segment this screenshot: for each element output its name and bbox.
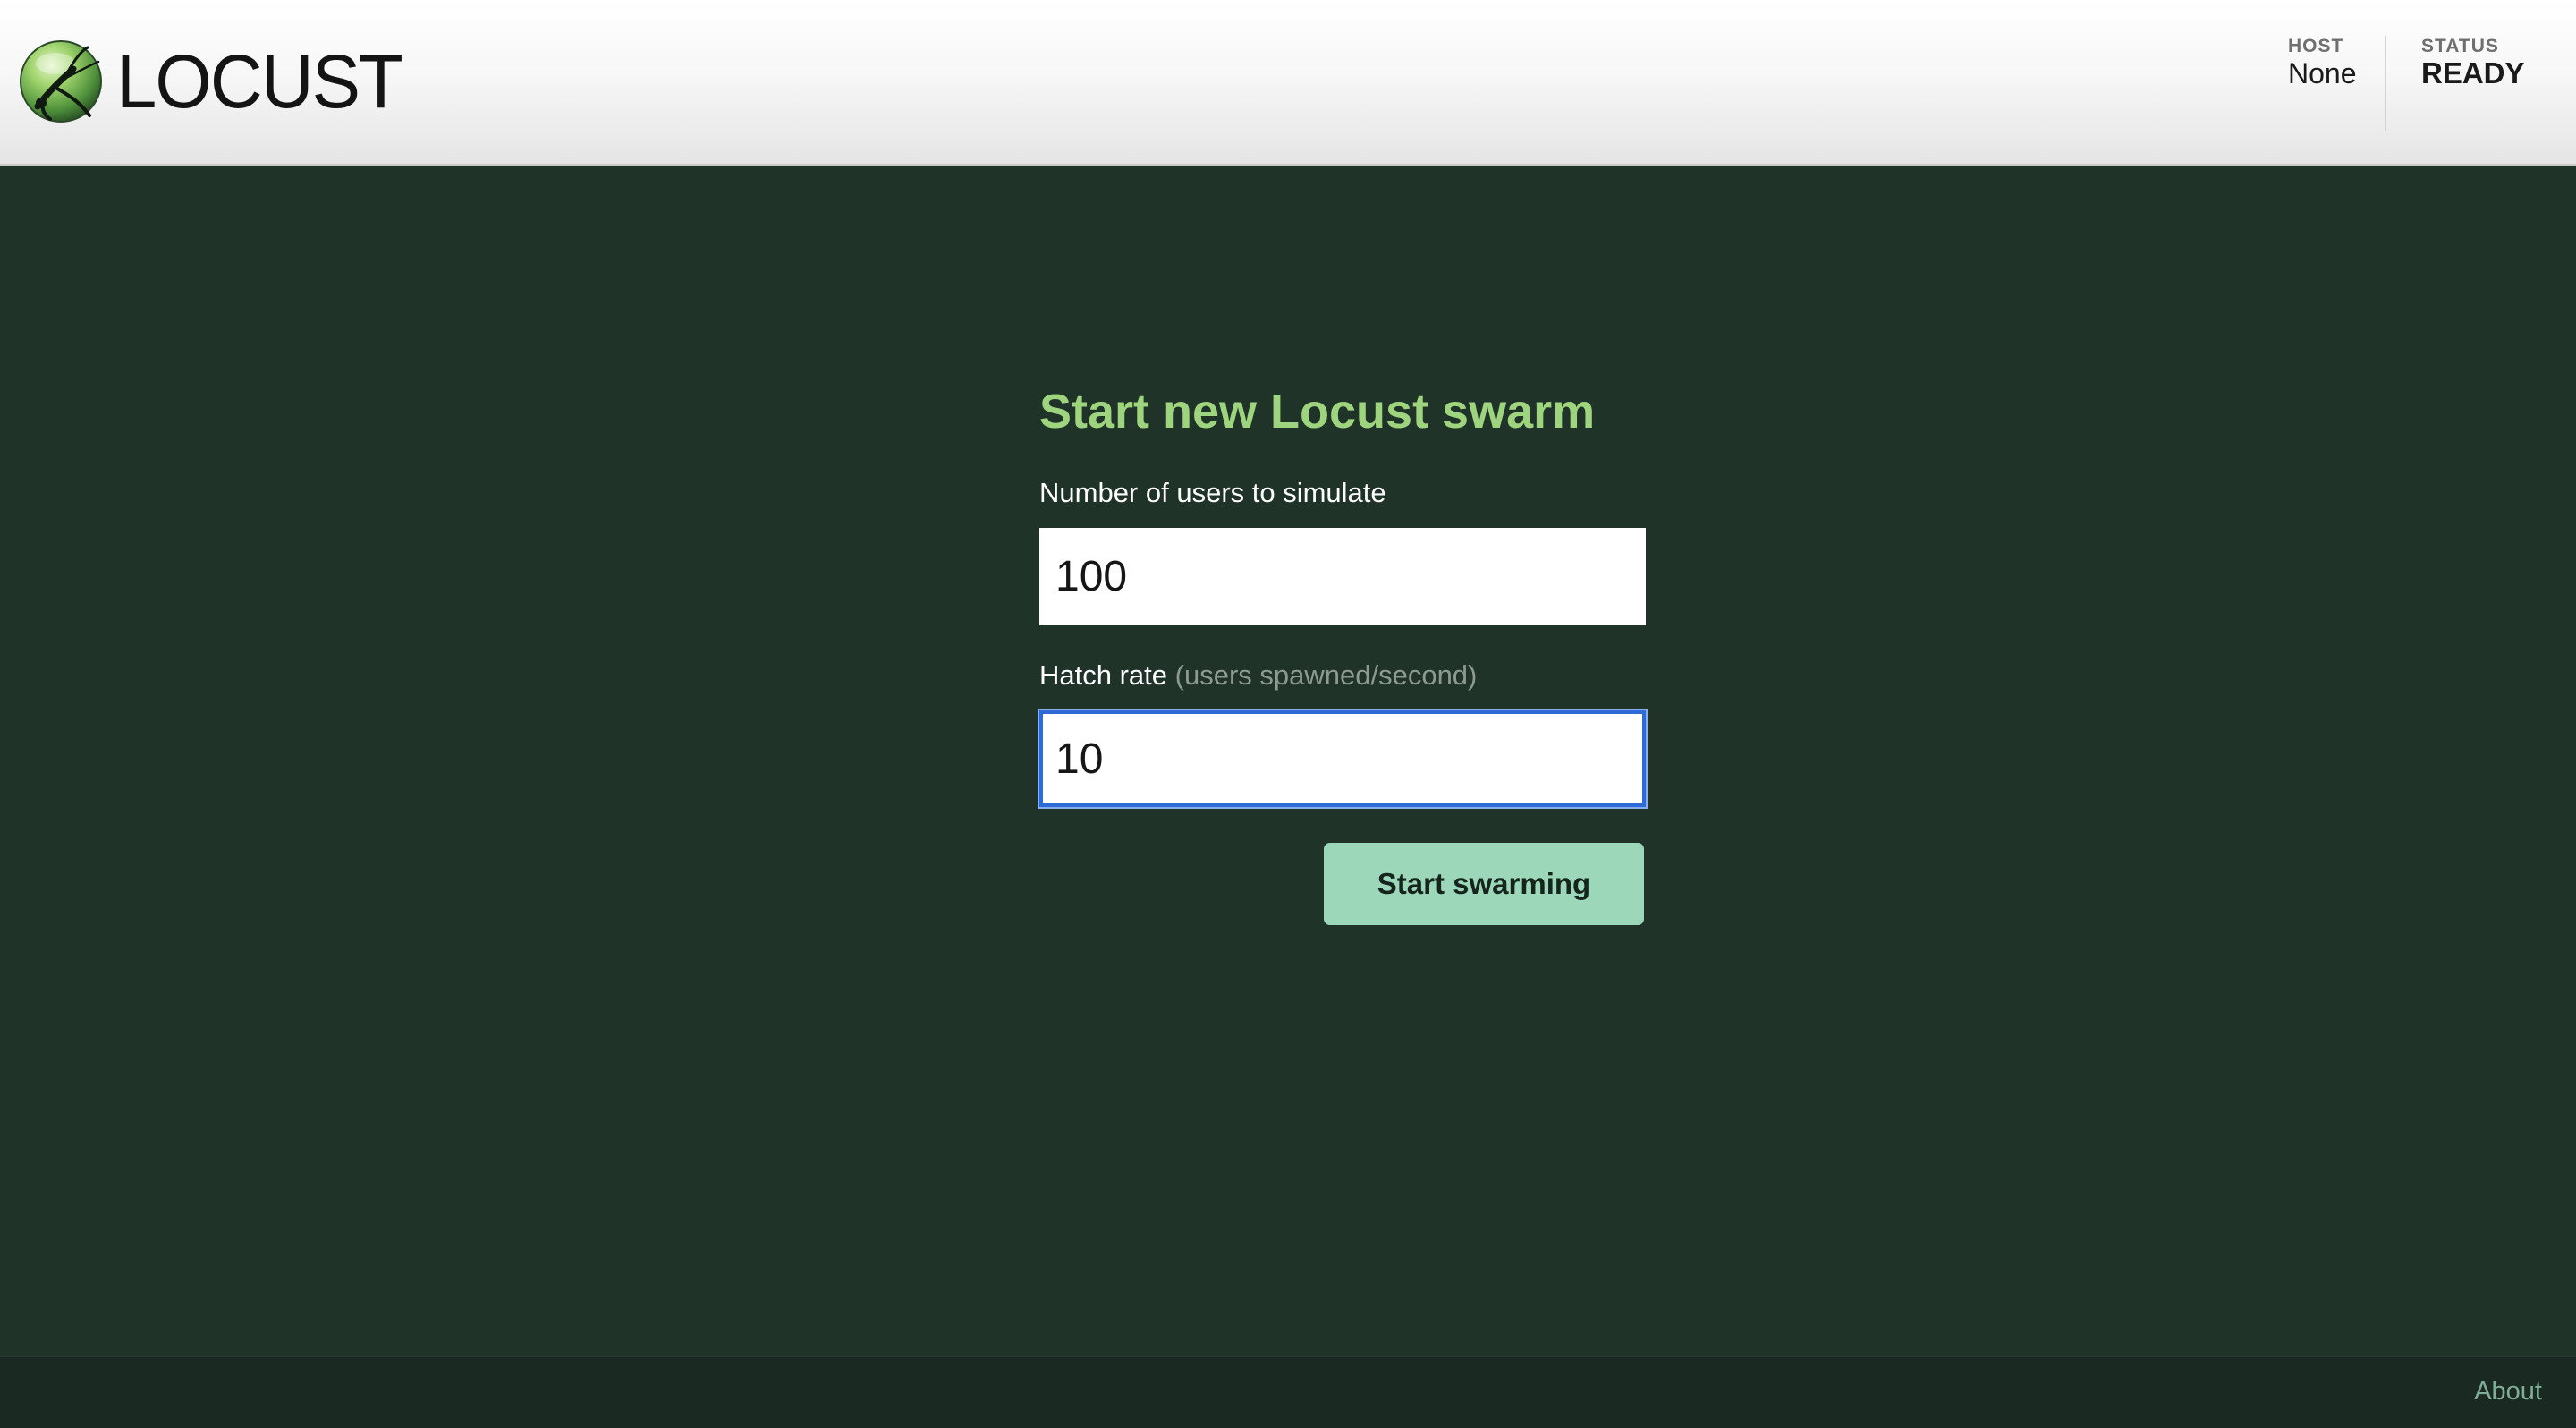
host-value: None bbox=[2288, 57, 2357, 89]
hatch-rate-input[interactable] bbox=[1039, 710, 1646, 807]
footer: About bbox=[0, 1356, 2576, 1428]
locust-logo-icon bbox=[20, 40, 102, 123]
form-title: Start new Locust swarm bbox=[1039, 385, 1596, 438]
about-link[interactable]: About bbox=[2474, 1377, 2542, 1407]
status-label: STATUS bbox=[2421, 36, 2499, 56]
top-header: LOCUST HOST None STATUS READY bbox=[0, 0, 2576, 166]
header-divider bbox=[2385, 36, 2386, 131]
swarm-form: Start new Locust swarm Number of users t… bbox=[1039, 376, 1648, 925]
start-swarming-button[interactable]: Start swarming bbox=[1324, 843, 1644, 925]
host-info: HOST None bbox=[2288, 36, 2357, 89]
status-value: READY bbox=[2421, 56, 2525, 89]
logo-text: LOCUST bbox=[116, 39, 403, 123]
host-label: HOST bbox=[2288, 36, 2344, 56]
hatch-rate-label: Hatch rate (users spawned/second) bbox=[1039, 657, 1477, 694]
hatch-rate-label-text: Hatch rate bbox=[1039, 659, 1168, 691]
users-input[interactable] bbox=[1039, 528, 1646, 625]
hatch-rate-hint: (users spawned/second) bbox=[1174, 659, 1478, 691]
logo[interactable]: LOCUST bbox=[18, 38, 411, 124]
users-label: Number of users to simulate bbox=[1039, 477, 1386, 508]
status-info: STATUS READY bbox=[2421, 36, 2525, 89]
